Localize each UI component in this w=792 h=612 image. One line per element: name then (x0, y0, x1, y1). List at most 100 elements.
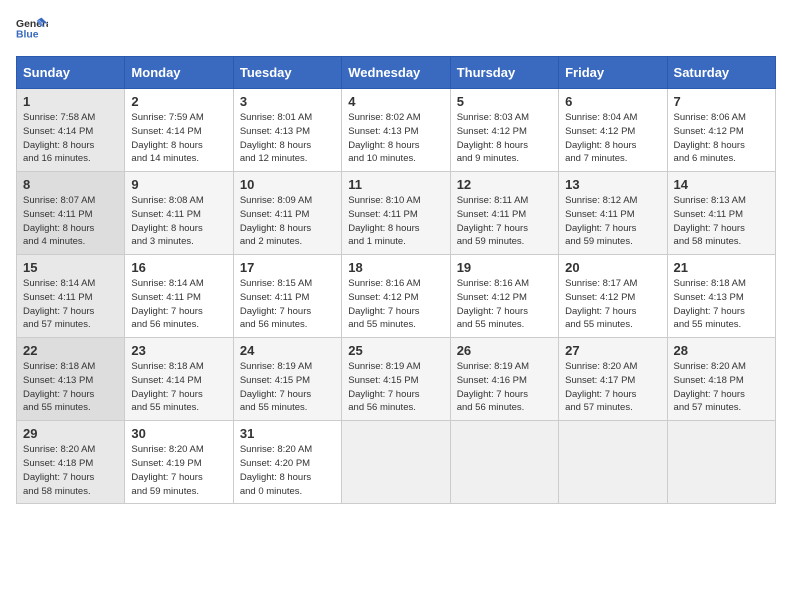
day-info: Sunrise: 8:03 AM Sunset: 4:12 PM Dayligh… (457, 111, 552, 166)
day-number: 14 (674, 177, 769, 192)
day-number: 9 (131, 177, 226, 192)
day-info: Sunrise: 8:19 AM Sunset: 4:15 PM Dayligh… (240, 360, 335, 415)
week-row-5: 29Sunrise: 8:20 AM Sunset: 4:18 PM Dayli… (17, 421, 776, 504)
day-number: 31 (240, 426, 335, 441)
calendar-cell: 15 Sunrise: 8:14 AM Sunset: 4:11 PM Dayli… (17, 255, 125, 338)
svg-text:Blue: Blue (16, 30, 39, 41)
calendar-cell: 26 Sunrise: 8:19 AM Sunset: 4:16 PM Dayli… (450, 338, 558, 421)
day-info: Sunrise: 8:11 AM Sunset: 4:11 PM Dayligh… (457, 194, 552, 249)
day-number: 16 (131, 260, 226, 275)
calendar-cell: 27 Sunrise: 8:20 AM Sunset: 4:17 PM Dayli… (559, 338, 667, 421)
calendar-cell: 20 Sunrise: 8:17 AM Sunset: 4:12 PM Dayli… (559, 255, 667, 338)
day-number: 19 (457, 260, 552, 275)
calendar-cell: 7Sunrise: 8:06 AM Sunset: 4:12 PM Daylig… (667, 89, 775, 172)
calendar-cell: 16 Sunrise: 8:14 AM Sunset: 4:11 PM Dayli… (125, 255, 233, 338)
logo: General Blue (16, 16, 48, 44)
day-info: Sunrise: 7:58 AM Sunset: 4:14 PM Dayligh… (23, 111, 118, 166)
day-info: Sunrise: 8:16 AM Sunset: 4:12 PM Dayligh… (348, 277, 443, 332)
calendar-cell: 14 Sunrise: 8:13 AM Sunset: 4:11 PM Dayli… (667, 172, 775, 255)
day-info: Sunrise: 8:20 AM Sunset: 4:18 PM Dayligh… (674, 360, 769, 415)
day-info: Sunrise: 8:16 AM Sunset: 4:12 PM Dayligh… (457, 277, 552, 332)
weekday-header-saturday: Saturday (667, 57, 775, 89)
calendar-cell: 18 Sunrise: 8:16 AM Sunset: 4:12 PM Dayli… (342, 255, 450, 338)
day-info: Sunrise: 8:08 AM Sunset: 4:11 PM Dayligh… (131, 194, 226, 249)
calendar-cell: 5 Sunrise: 8:03 AM Sunset: 4:12 PM Daylig… (450, 89, 558, 172)
weekday-header-friday: Friday (559, 57, 667, 89)
calendar-cell: 31 Sunrise: 8:20 AM Sunset: 4:20 PM Dayli… (233, 421, 341, 504)
calendar-cell (667, 421, 775, 504)
weekday-header-tuesday: Tuesday (233, 57, 341, 89)
week-row-1: 1Sunrise: 7:58 AM Sunset: 4:14 PM Daylig… (17, 89, 776, 172)
day-info: Sunrise: 8:02 AM Sunset: 4:13 PM Dayligh… (348, 111, 443, 166)
day-number: 20 (565, 260, 660, 275)
weekday-header-thursday: Thursday (450, 57, 558, 89)
day-number: 5 (457, 94, 552, 109)
day-number: 12 (457, 177, 552, 192)
day-info: Sunrise: 8:12 AM Sunset: 4:11 PM Dayligh… (565, 194, 660, 249)
day-info: Sunrise: 8:01 AM Sunset: 4:13 PM Dayligh… (240, 111, 335, 166)
logo-icon: General Blue (16, 16, 48, 44)
day-number: 24 (240, 343, 335, 358)
day-info: Sunrise: 8:20 AM Sunset: 4:17 PM Dayligh… (565, 360, 660, 415)
day-number: 28 (674, 343, 769, 358)
calendar-cell: 12 Sunrise: 8:11 AM Sunset: 4:11 PM Dayli… (450, 172, 558, 255)
calendar-cell: 11Sunrise: 8:10 AM Sunset: 4:11 PM Dayli… (342, 172, 450, 255)
day-info: Sunrise: 8:18 AM Sunset: 4:14 PM Dayligh… (131, 360, 226, 415)
day-info: Sunrise: 8:04 AM Sunset: 4:12 PM Dayligh… (565, 111, 660, 166)
day-number: 22 (23, 343, 118, 358)
calendar-cell: 25Sunrise: 8:19 AM Sunset: 4:15 PM Dayli… (342, 338, 450, 421)
calendar-cell (559, 421, 667, 504)
calendar-cell: 4 Sunrise: 8:02 AM Sunset: 4:13 PM Daylig… (342, 89, 450, 172)
day-info: Sunrise: 7:59 AM Sunset: 4:14 PM Dayligh… (131, 111, 226, 166)
calendar-cell: 9 Sunrise: 8:08 AM Sunset: 4:11 PM Daylig… (125, 172, 233, 255)
calendar-table: SundayMondayTuesdayWednesdayThursdayFrid… (16, 56, 776, 504)
day-info: Sunrise: 8:20 AM Sunset: 4:20 PM Dayligh… (240, 443, 335, 498)
calendar-cell: 10Sunrise: 8:09 AM Sunset: 4:11 PM Dayli… (233, 172, 341, 255)
calendar-cell: 22 Sunrise: 8:18 AM Sunset: 4:13 PM Dayli… (17, 338, 125, 421)
day-info: Sunrise: 8:20 AM Sunset: 4:19 PM Dayligh… (131, 443, 226, 498)
calendar-cell: 19 Sunrise: 8:16 AM Sunset: 4:12 PM Dayli… (450, 255, 558, 338)
weekday-header-row: SundayMondayTuesdayWednesdayThursdayFrid… (17, 57, 776, 89)
day-info: Sunrise: 8:18 AM Sunset: 4:13 PM Dayligh… (674, 277, 769, 332)
day-info: Sunrise: 8:14 AM Sunset: 4:11 PM Dayligh… (131, 277, 226, 332)
day-number: 17 (240, 260, 335, 275)
weekday-header-wednesday: Wednesday (342, 57, 450, 89)
day-info: Sunrise: 8:18 AM Sunset: 4:13 PM Dayligh… (23, 360, 118, 415)
calendar-cell: 30Sunrise: 8:20 AM Sunset: 4:19 PM Dayli… (125, 421, 233, 504)
day-info: Sunrise: 8:17 AM Sunset: 4:12 PM Dayligh… (565, 277, 660, 332)
day-number: 27 (565, 343, 660, 358)
day-number: 6 (565, 94, 660, 109)
day-info: Sunrise: 8:07 AM Sunset: 4:11 PM Dayligh… (23, 194, 118, 249)
page-header: General Blue (16, 16, 776, 44)
week-row-4: 22 Sunrise: 8:18 AM Sunset: 4:13 PM Dayli… (17, 338, 776, 421)
day-info: Sunrise: 8:19 AM Sunset: 4:16 PM Dayligh… (457, 360, 552, 415)
calendar-cell: 13 Sunrise: 8:12 AM Sunset: 4:11 PM Dayli… (559, 172, 667, 255)
day-number: 11 (348, 177, 443, 192)
calendar-cell: 1Sunrise: 7:58 AM Sunset: 4:14 PM Daylig… (17, 89, 125, 172)
day-info: Sunrise: 8:14 AM Sunset: 4:11 PM Dayligh… (23, 277, 118, 332)
day-number: 4 (348, 94, 443, 109)
day-number: 2 (131, 94, 226, 109)
weekday-header-monday: Monday (125, 57, 233, 89)
calendar-cell: 23Sunrise: 8:18 AM Sunset: 4:14 PM Dayli… (125, 338, 233, 421)
day-number: 15 (23, 260, 118, 275)
day-number: 18 (348, 260, 443, 275)
day-number: 7 (674, 94, 769, 109)
week-row-2: 8Sunrise: 8:07 AM Sunset: 4:11 PM Daylig… (17, 172, 776, 255)
day-info: Sunrise: 8:13 AM Sunset: 4:11 PM Dayligh… (674, 194, 769, 249)
day-info: Sunrise: 8:09 AM Sunset: 4:11 PM Dayligh… (240, 194, 335, 249)
weekday-header-sunday: Sunday (17, 57, 125, 89)
calendar-cell: 21 Sunrise: 8:18 AM Sunset: 4:13 PM Dayli… (667, 255, 775, 338)
calendar-cell: 24 Sunrise: 8:19 AM Sunset: 4:15 PM Dayli… (233, 338, 341, 421)
day-number: 21 (674, 260, 769, 275)
calendar-cell: 28 Sunrise: 8:20 AM Sunset: 4:18 PM Dayli… (667, 338, 775, 421)
calendar-cell: 6 Sunrise: 8:04 AM Sunset: 4:12 PM Daylig… (559, 89, 667, 172)
calendar-cell: 8Sunrise: 8:07 AM Sunset: 4:11 PM Daylig… (17, 172, 125, 255)
calendar-cell (450, 421, 558, 504)
day-number: 26 (457, 343, 552, 358)
day-info: Sunrise: 8:19 AM Sunset: 4:15 PM Dayligh… (348, 360, 443, 415)
calendar-cell: 3Sunrise: 8:01 AM Sunset: 4:13 PM Daylig… (233, 89, 341, 172)
day-info: Sunrise: 8:15 AM Sunset: 4:11 PM Dayligh… (240, 277, 335, 332)
day-number: 13 (565, 177, 660, 192)
calendar-cell (342, 421, 450, 504)
